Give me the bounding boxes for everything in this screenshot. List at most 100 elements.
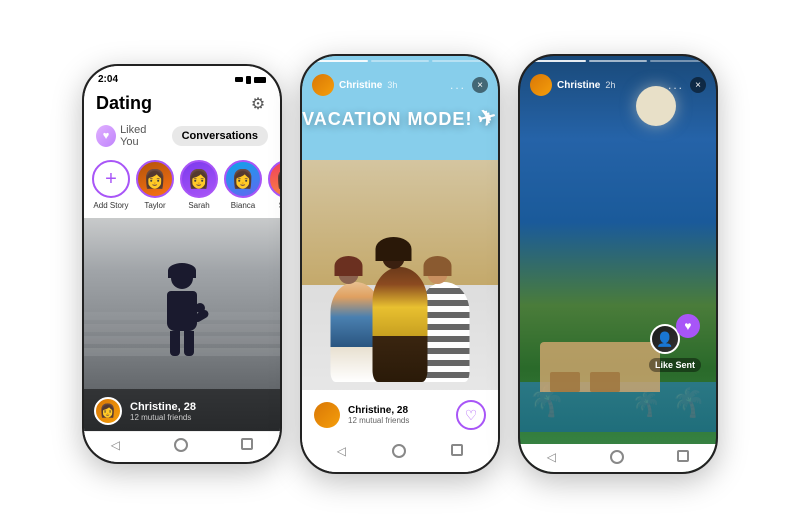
dating-app: 2:04 Dating ⚙ ♥ bbox=[84, 66, 280, 462]
more-dots-2[interactable]: ... bbox=[450, 78, 466, 92]
like-avatar-pair: 👤 ♥ bbox=[650, 314, 700, 354]
profile-name: Christine, 28 bbox=[130, 401, 196, 413]
gear-icon[interactable]: ⚙ bbox=[248, 94, 268, 114]
people-group bbox=[331, 267, 470, 382]
vacation-text-overlay: VACATION MODE! ✈ bbox=[302, 106, 498, 130]
story-controls-3: ... × bbox=[668, 77, 706, 93]
profile-mini-avatar: 👩 bbox=[94, 397, 122, 425]
close-button-3[interactable]: × bbox=[690, 77, 706, 93]
story-user-name-2: Christine bbox=[339, 80, 382, 91]
tab-conversations[interactable]: Conversations bbox=[172, 126, 268, 146]
profile-text-area: Christine, 28 12 mutual friends bbox=[130, 401, 196, 422]
home-button-3[interactable] bbox=[610, 450, 624, 464]
home-button-2[interactable] bbox=[392, 444, 406, 458]
story-profile-row-2: Christine, 28 12 mutual friends bbox=[314, 402, 456, 428]
progress-2 bbox=[371, 60, 429, 62]
story-progress-2 bbox=[310, 60, 490, 62]
add-story-button[interactable]: + bbox=[92, 160, 130, 198]
phone-2: Christine 3h ... × VACATION MODE! ✈ bbox=[300, 54, 500, 474]
app-title: Dating bbox=[96, 93, 152, 114]
story-user-avatar-3 bbox=[530, 74, 552, 96]
tab-row: ♥ Liked You Conversations bbox=[84, 120, 280, 156]
story-bianca[interactable]: 👩 Bianca bbox=[224, 160, 262, 210]
vacation-text: VACATION MODE! ✈ bbox=[302, 106, 498, 130]
silhouette-leg-left bbox=[170, 331, 180, 356]
recent-button-1[interactable] bbox=[241, 438, 253, 450]
silhouette-body bbox=[167, 291, 197, 331]
story-progress-3 bbox=[528, 60, 708, 62]
phone-3: 🌴 🌴 🌴 👤 bbox=[518, 54, 718, 474]
story-sarah[interactable]: 👩 Sarah bbox=[180, 160, 218, 210]
home-button-1[interactable] bbox=[174, 438, 188, 452]
story-screen-2: Christine 3h ... × VACATION MODE! ✈ bbox=[302, 56, 498, 472]
story-user-info-2: Christine 3h bbox=[312, 74, 397, 96]
more-dots-3[interactable]: ... bbox=[668, 78, 684, 92]
nav-bar-1: ◁ bbox=[84, 431, 280, 462]
silhouette-hand bbox=[195, 303, 205, 313]
phone-1-screen: 2:04 Dating ⚙ ♥ bbox=[84, 66, 280, 462]
silhouette-leg-right bbox=[184, 331, 194, 356]
battery-icon bbox=[254, 77, 266, 83]
progress-3-1 bbox=[528, 60, 586, 62]
story-header-3: Christine 2h ... × bbox=[520, 66, 716, 104]
sp-avatar: 👩 bbox=[268, 160, 280, 198]
silhouette-hair bbox=[168, 263, 196, 278]
story-user-avatar-2 bbox=[312, 74, 334, 96]
sarah-label: Sarah bbox=[188, 201, 209, 210]
progress-3 bbox=[432, 60, 490, 62]
vacation-label: VACATION MODE! bbox=[302, 109, 472, 129]
status-time-1: 2:04 bbox=[98, 74, 118, 85]
story-time-3: 2h bbox=[605, 80, 615, 90]
progress-3-3 bbox=[650, 60, 708, 62]
progress-1 bbox=[310, 60, 368, 62]
like-heart-icon: ♥ bbox=[676, 314, 700, 338]
nav-bar-3: ◁ bbox=[520, 444, 716, 472]
back-button-1[interactable]: ◁ bbox=[111, 438, 120, 452]
bianca-label: Bianca bbox=[231, 201, 255, 210]
profile-info-bar: 👩 Christine, 28 12 mutual friends bbox=[84, 389, 280, 431]
silhouette-head bbox=[171, 267, 193, 289]
story-profile-sub-2: 12 mutual friends bbox=[348, 416, 456, 425]
like-screen: 🌴 🌴 🌴 👤 bbox=[520, 56, 716, 472]
back-button-2[interactable]: ◁ bbox=[337, 444, 346, 458]
heart-like-button-2[interactable]: ♡ bbox=[456, 400, 486, 430]
plane-emoji: ✈ bbox=[476, 104, 498, 132]
story-nav-2: ◁ bbox=[314, 438, 486, 464]
add-story-label: Add Story bbox=[93, 201, 128, 210]
phone-2-screen: Christine 3h ... × VACATION MODE! ✈ bbox=[302, 56, 498, 472]
dating-header: Dating ⚙ bbox=[84, 89, 280, 120]
phones-container: 2:04 Dating ⚙ ♥ bbox=[62, 44, 738, 484]
progress-3-2 bbox=[589, 60, 647, 62]
phone-3-screen: 🌴 🌴 🌴 👤 bbox=[520, 56, 716, 472]
stories-row: + Add Story 👩 Taylor 👩 Sarah bbox=[84, 156, 280, 218]
story-taylor[interactable]: 👩 Taylor bbox=[136, 160, 174, 210]
wifi-icon bbox=[246, 76, 251, 84]
sp-label: Sp... bbox=[279, 201, 280, 210]
status-bar-1: 2:04 bbox=[84, 66, 280, 89]
liked-avatar: ♥ bbox=[96, 125, 116, 147]
silhouette-legs bbox=[167, 331, 197, 356]
signal-icon bbox=[235, 77, 243, 82]
liked-you-label: Liked You bbox=[120, 124, 164, 148]
story-user-info-3: Christine 2h bbox=[530, 74, 615, 96]
back-button-3[interactable]: ◁ bbox=[547, 450, 556, 464]
resort-window-1 bbox=[550, 372, 580, 392]
like-sent-container: 👤 ♥ Like Sent bbox=[649, 314, 701, 372]
story-time-2: 3h bbox=[387, 80, 397, 90]
taylor-label: Taylor bbox=[144, 201, 165, 210]
bianca-avatar: 👩 bbox=[224, 160, 262, 198]
story-sp[interactable]: 👩 Sp... bbox=[268, 160, 280, 210]
story-profile-text-2: Christine, 28 12 mutual friends bbox=[348, 405, 456, 425]
tab-liked-you[interactable]: ♥ Liked You bbox=[96, 124, 164, 148]
recent-button-2[interactable] bbox=[451, 444, 463, 456]
profile-card[interactable]: 👩 Christine, 28 12 mutual friends bbox=[84, 218, 280, 431]
add-story-item[interactable]: + Add Story bbox=[92, 160, 130, 210]
story-profile-name-2: Christine, 28 bbox=[348, 405, 456, 416]
story-header-2: Christine 3h ... × bbox=[302, 66, 498, 104]
person-2 bbox=[373, 267, 428, 382]
recent-button-3[interactable] bbox=[677, 450, 689, 462]
taylor-avatar: 👩 bbox=[136, 160, 174, 198]
close-button-2[interactable]: × bbox=[472, 77, 488, 93]
sarah-avatar: 👩 bbox=[180, 160, 218, 198]
like-sent-label: Like Sent bbox=[649, 358, 701, 372]
